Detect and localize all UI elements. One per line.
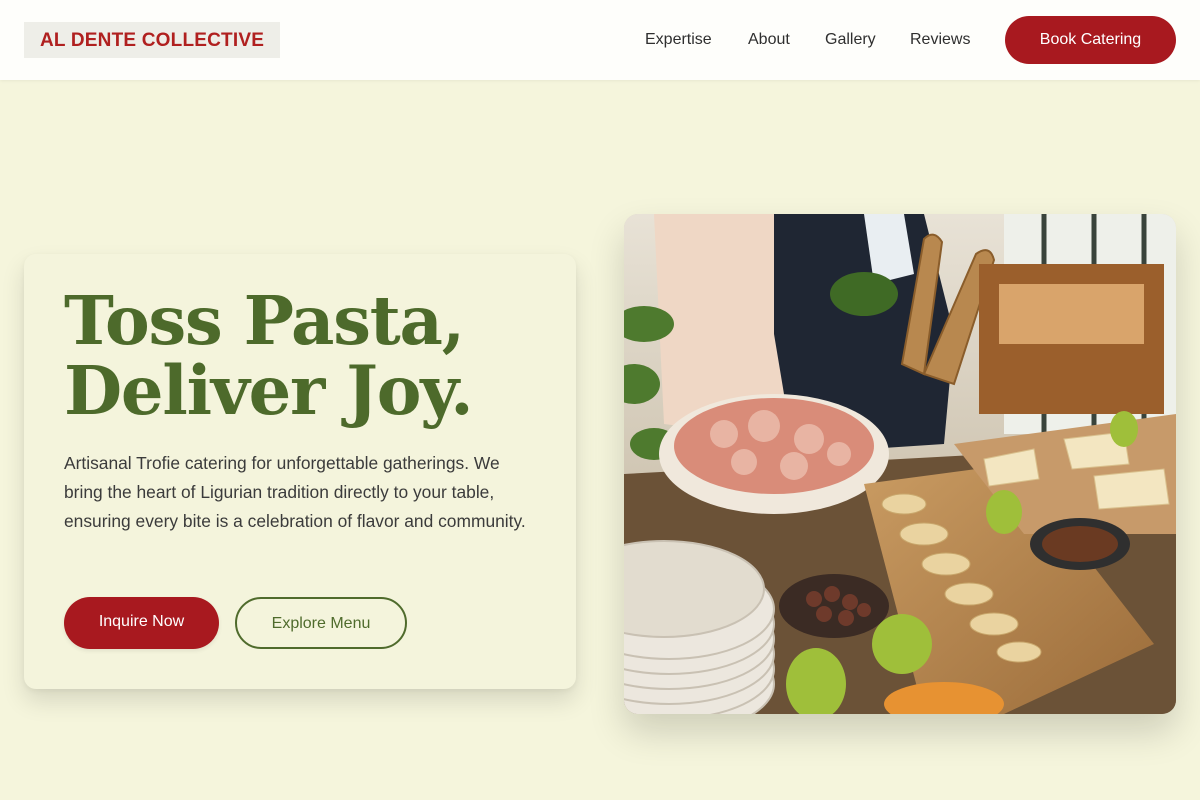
hero-headline-line-2: Deliver Joy. <box>64 351 474 430</box>
hero-description: Artisanal Trofie catering for unforgetta… <box>64 453 526 531</box>
hero-headline: Toss Pasta, Deliver Joy. <box>64 286 564 426</box>
nav-link-expertise[interactable]: Expertise <box>645 31 712 49</box>
nav-link-reviews[interactable]: Reviews <box>910 31 970 49</box>
brand-logo[interactable]: AL DENTE COLLECTIVE <box>24 22 281 58</box>
nav-link-gallery[interactable]: Gallery <box>825 31 876 49</box>
nav-link-about[interactable]: About <box>748 31 790 49</box>
hero-card: Toss Pasta, Deliver Joy. Artisanal Trofi… <box>24 254 576 689</box>
top-nav: AL DENTE COLLECTIVE Expertise About Gall… <box>0 0 1200 80</box>
catering-spread-illustration <box>624 214 1176 714</box>
catering-spread-image <box>624 214 1176 714</box>
inquire-now-button[interactable]: Inquire Now <box>64 597 219 649</box>
explore-menu-button[interactable]: Explore Menu <box>235 597 407 649</box>
hero-headline-line-1: Toss Pasta, <box>64 281 465 360</box>
book-catering-button[interactable]: Book Catering <box>1005 16 1176 64</box>
